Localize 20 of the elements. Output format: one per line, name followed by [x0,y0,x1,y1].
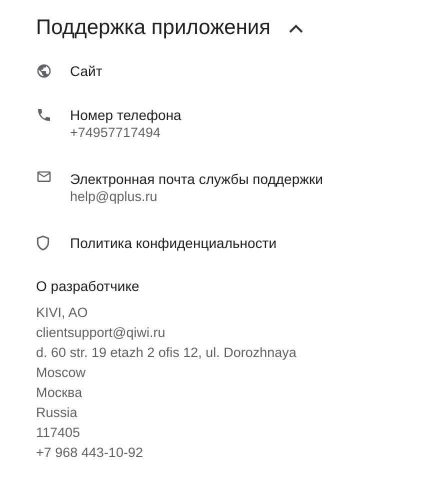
support-detail: +74957717494 [70,124,162,142]
shield-icon [36,235,50,251]
developer-info: KIVI, AO [36,304,89,322]
developer-info: Moscow [36,364,87,382]
developer-heading: О разработчике [36,278,140,294]
developer-info: +7 968 443-10-92 [36,444,144,462]
mail-icon [36,171,52,185]
developer-info: Москва [36,384,84,402]
support-link[interactable]: Политика конфиденциальности [70,234,277,252]
phone-icon [36,107,52,123]
developer-info: clientsupport@qiwi.ru [36,324,166,342]
support-link[interactable]: Номер телефона [70,106,182,124]
developer-info: 117405 [36,424,82,442]
section-title: Поддержка приложения [36,16,271,40]
support-link[interactable]: Сайт [70,62,102,80]
globe-icon [36,63,52,79]
support-link[interactable]: Электронная почта службы поддержки [70,170,323,188]
developer-info: d. 60 str. 19 etazh 2 ofis 12, ul. Dorozhnaya [36,344,298,362]
developer-info: Russia [36,404,78,422]
support-detail: help@qplus.ru [70,188,158,206]
